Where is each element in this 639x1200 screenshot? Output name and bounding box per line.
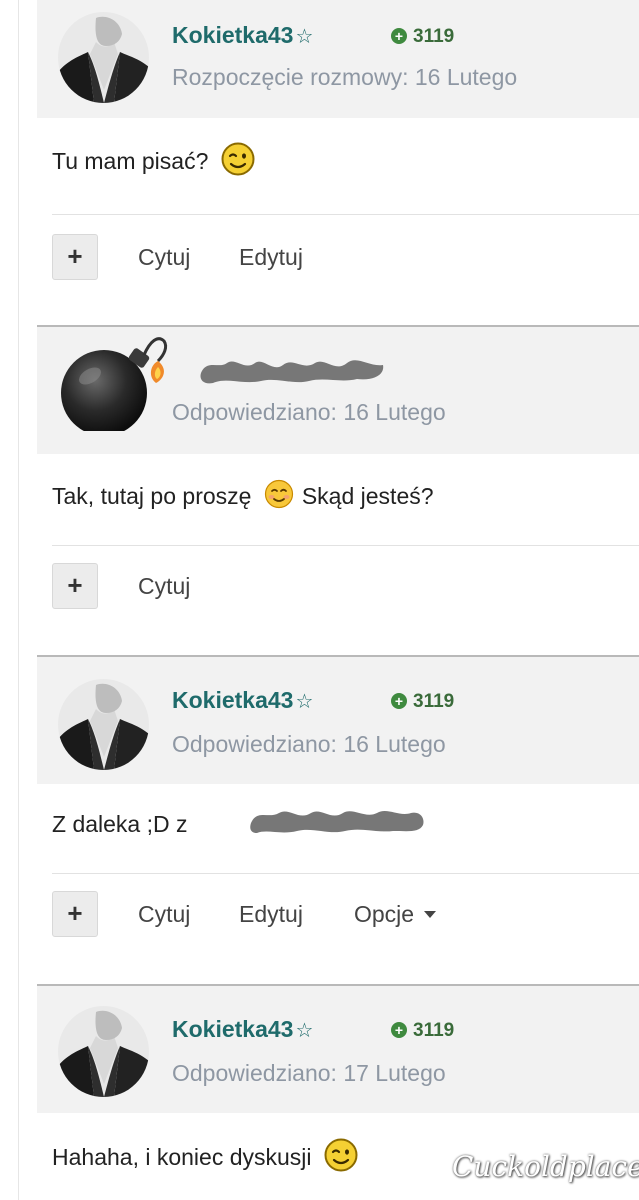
author-name[interactable]: Kokietka43 ☆ xyxy=(172,22,313,49)
quote-button[interactable]: Cytuj xyxy=(138,901,190,928)
plus-button[interactable]: + xyxy=(52,563,98,609)
post-date: Odpowiedziano: 16 Lutego xyxy=(172,399,446,425)
author-name[interactable]: Kokietka43 ☆ xyxy=(172,1016,313,1043)
post-header: Kokietka43 ☆ +3119 Odpowiedziano: 17 Lute… xyxy=(37,986,639,1113)
star-icon: ☆ xyxy=(295,26,314,48)
edit-button[interactable]: Edytuj xyxy=(239,901,303,928)
star-icon: ☆ xyxy=(295,691,314,713)
page-left-border xyxy=(18,0,19,1200)
smiling-face-emoji-icon xyxy=(264,479,294,515)
winking-face-emoji-icon xyxy=(324,1138,358,1178)
plus-circle-icon: + xyxy=(391,693,407,709)
avatar[interactable] xyxy=(58,679,149,770)
edit-button[interactable]: Edytuj xyxy=(239,244,303,271)
watermark: Cuckoldplace xyxy=(452,1150,639,1183)
post-divider xyxy=(52,214,639,215)
post-1: Kokietka43 ☆ +3119 Rozpoczęcie rozmowy: 1… xyxy=(37,0,639,326)
redacted-author-name xyxy=(200,360,384,384)
options-dropdown[interactable]: Opcje xyxy=(354,901,437,928)
plus-circle-icon: + xyxy=(391,28,407,44)
post-header: Kokietka43 ☆ +3119 Rozpoczęcie rozmowy: 1… xyxy=(37,0,639,118)
post-date: Odpowiedziano: 16 Lutego xyxy=(172,731,446,757)
post-text: Tak, tutaj po proszę Skąd jesteś? xyxy=(52,479,434,515)
post-text: Z daleka ;D z xyxy=(52,811,188,837)
plus-button[interactable]: + xyxy=(52,234,98,280)
bomb-avatar[interactable] xyxy=(58,337,168,440)
post-2: Odpowiedziano: 16 Lutego Tak, tutaj po p… xyxy=(37,327,639,656)
reputation-badge: +3119 xyxy=(391,1020,454,1042)
post-text: Tu mam pisać? xyxy=(52,142,255,182)
post-text: Hahaha, i koniec dyskusji xyxy=(52,1138,358,1178)
post-date: Odpowiedziano: 17 Lutego xyxy=(172,1060,446,1086)
post-header: Odpowiedziano: 16 Lutego xyxy=(37,327,639,454)
post-3: Kokietka43 ☆ +3119 Odpowiedziano: 16 Lute… xyxy=(37,657,639,984)
plus-circle-icon: + xyxy=(391,1022,407,1038)
quote-button[interactable]: Cytuj xyxy=(138,244,190,271)
post-date: Rozpoczęcie rozmowy: 16 Lutego xyxy=(172,64,518,90)
post-divider xyxy=(52,873,639,874)
avatar[interactable] xyxy=(58,1006,149,1097)
author-name[interactable]: Kokietka43 ☆ xyxy=(172,687,313,714)
avatar[interactable] xyxy=(58,12,149,103)
plus-button[interactable]: + xyxy=(52,891,98,937)
post-header: Kokietka43 ☆ +3119 Odpowiedziano: 16 Lute… xyxy=(37,657,639,784)
caret-down-icon xyxy=(424,911,437,918)
quote-button[interactable]: Cytuj xyxy=(138,573,190,600)
reputation-badge: +3119 xyxy=(391,691,454,713)
winking-face-emoji-icon xyxy=(221,142,255,182)
redacted-location xyxy=(250,811,424,833)
reputation-badge: +3119 xyxy=(391,26,454,48)
star-icon: ☆ xyxy=(295,1020,314,1042)
post-divider xyxy=(52,545,639,546)
